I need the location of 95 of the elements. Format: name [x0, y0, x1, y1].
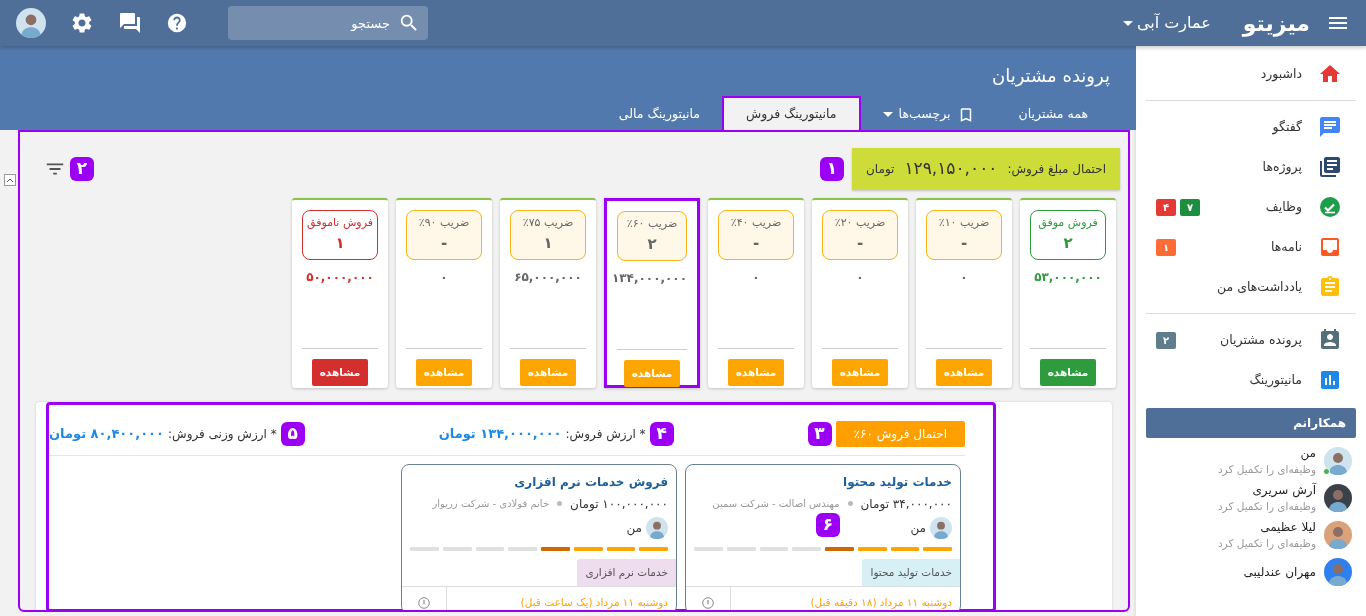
bar-chart-icon [1318, 368, 1342, 392]
avatar [930, 516, 952, 539]
settings-icon[interactable] [70, 11, 94, 35]
collapse-icon[interactable] [4, 174, 16, 186]
avatar [1324, 557, 1352, 586]
sales-value: ۱۳۴,۰۰۰,۰۰۰ تومان [438, 424, 562, 443]
section-header: همکارانم [1146, 408, 1356, 438]
stage-header: فروش موفق ۲ [1030, 209, 1106, 260]
sidebar-item[interactable]: وظایف ۷ ۴ [1136, 187, 1366, 227]
deal-card[interactable]: فروش خدمات نرم افزاری ۱۰۰,۰۰۰,۰۰۰ تومان خانم فولادی - شرکت زریوار من خدمات نرم افزاری دوشنبه ۱۱ مرداد (یک ساعت قبل) [401, 463, 677, 610]
sales-summary: احتمال مبلغ فروش: ۱۲۹,۱۵۰,۰۰۰ تومان [852, 148, 1120, 190]
annotation-marker: ۳ [807, 421, 832, 446]
stage-amount: ۰ [959, 268, 969, 286]
info-icon[interactable] [702, 596, 714, 609]
count-badge: ۲ [1156, 331, 1177, 349]
stage-amount: ۵۳,۰۰۰,۰۰۰ [1033, 268, 1103, 286]
sidebar-item[interactable]: داشبورد [1136, 54, 1366, 94]
annotation-marker: ۲ [70, 156, 94, 181]
stage-amount: ۰ [855, 268, 865, 286]
workspace-dropdown[interactable]: عمارت آبی [1122, 11, 1211, 35]
annotation-marker: ۵ [280, 421, 305, 446]
tab[interactable]: مانیتورینگ فروش [721, 96, 861, 130]
deal-date: دوشنبه ۱۱ مرداد (۱۸ دقیقه قبل) [730, 587, 960, 610]
sidebar-item[interactable]: پرونده مشتریان ۲ [1136, 320, 1366, 360]
stage-header: ضریب ۹۰٪ - [406, 209, 482, 260]
colleague-name[interactable]: لیلا عظیمی [1217, 517, 1316, 536]
value-label: * ارزش وزنی فروش: [167, 425, 277, 443]
owner-name: من [910, 519, 926, 537]
stage-header: ضریب ۷۵٪ ۱ [510, 209, 586, 260]
sidebar-item[interactable]: پروژه‌ها [1136, 147, 1366, 187]
avatar [1324, 520, 1352, 549]
deal-title: فروش خدمات نرم افزاری [513, 473, 668, 491]
tab[interactable]: مانیتورینگ مالی [596, 98, 722, 130]
tab[interactable]: همه مشتریان [996, 98, 1110, 130]
annotation-marker: ۶ [816, 512, 840, 537]
deal-date: دوشنبه ۱۱ مرداد (یک ساعت قبل) [446, 587, 676, 610]
deal-tag: خدمات نرم افزاری [577, 558, 676, 587]
avatar [1324, 483, 1352, 512]
view-button[interactable]: مشاهده [1039, 358, 1097, 387]
stage-amount: ۰ [751, 268, 761, 286]
deal-contact: خانم فولادی - شرکت زریوار [432, 497, 550, 511]
colleague-name[interactable]: آرش سریری [1217, 480, 1316, 499]
separator-dot [557, 501, 563, 506]
stage-header: فروش ناموفق ۱ [302, 209, 378, 260]
caret-icon [882, 112, 893, 118]
avatar[interactable] [16, 8, 46, 38]
caret-icon [1122, 20, 1133, 26]
annotation-marker: ۱ [820, 156, 844, 181]
colleague-status: وظیفه‌ای را تکمیل کرد [1217, 461, 1316, 478]
annotation-marker: ۴ [649, 421, 674, 446]
colleague-status: وظیفه‌ای را تکمیل کرد [1217, 535, 1316, 552]
books-icon [1318, 155, 1342, 179]
page-title: پرونده مشتریان [990, 64, 1110, 89]
colleague-status: وظیفه‌ای را تکمیل کرد [1217, 498, 1316, 515]
colleague-name[interactable]: من [1217, 443, 1316, 462]
deal-contact: مهندس اصالت - شرکت سمین [712, 497, 840, 511]
avatar [1324, 446, 1352, 475]
stage-amount: ۶۵,۰۰۰,۰۰۰ [513, 268, 583, 286]
brand-name: میزیتو [1242, 9, 1310, 39]
stage-amount: ۵۰,۰۰۰,۰۰۰ [305, 268, 375, 286]
chat-icon[interactable] [118, 11, 142, 35]
tab[interactable]: برچسب‌ها [860, 98, 997, 130]
sidebar-item[interactable]: گفتگو [1136, 107, 1366, 147]
deal-card[interactable]: خدمات تولید محتوا ۳۴,۰۰۰,۰۰۰ تومان مهندس اصالت - شرکت سمین من خدمات تولید محتوا دوشنبه ۱۱ مرداد (۱۸ دقیقه قبل) ۶ [685, 463, 961, 610]
check-circle-icon [1318, 195, 1342, 219]
stage-header: ضریب ۴۰٪ - [718, 209, 794, 260]
count-badge: ۱ [1156, 238, 1177, 256]
weighted-value: ۸۰,۴۰۰,۰۰۰ تومان [49, 424, 164, 443]
stage-header: ضریب ۶۰٪ ۲ [617, 210, 687, 261]
stage-amount: ۰ [439, 268, 449, 286]
sidebar-item[interactable]: یادداشت‌های من [1136, 267, 1366, 307]
deal-tag: خدمات تولید محتوا [862, 558, 960, 587]
value-label: * ارزش فروش: [565, 425, 646, 443]
separator-dot [847, 501, 853, 506]
search-icon [398, 12, 420, 34]
probability-label: احتمال فروش ۶۰٪ [835, 420, 965, 447]
chat-icon [1318, 115, 1342, 139]
count-badge: ۷ [1180, 198, 1201, 216]
owner-name: من [626, 519, 642, 537]
help-icon[interactable] [166, 12, 188, 34]
info-icon[interactable] [418, 596, 430, 609]
deal-amount: ۳۴,۰۰۰,۰۰۰ تومان [860, 495, 952, 513]
count-badge: ۴ [1156, 198, 1177, 216]
stage-header: ضریب ۲۰٪ - [822, 209, 898, 260]
avatar [646, 516, 668, 539]
stage-header: ضریب ۱۰٪ - [926, 209, 1002, 260]
view-button[interactable]: مشاهده [311, 358, 369, 387]
sidebar-item[interactable]: نامه‌ها ۱ [1136, 227, 1366, 267]
deal-title: خدمات تولید محتوا [842, 473, 952, 491]
clipboard-icon [1318, 275, 1342, 299]
contact-card-icon [1318, 328, 1342, 352]
deal-amount: ۱۰۰,۰۰۰,۰۰۰ تومان [570, 495, 668, 513]
colleague-name[interactable]: مهران عندلیبی [1243, 562, 1316, 581]
inbox-icon [1318, 235, 1342, 259]
sidebar-item[interactable]: مانیتورینگ [1136, 360, 1366, 400]
